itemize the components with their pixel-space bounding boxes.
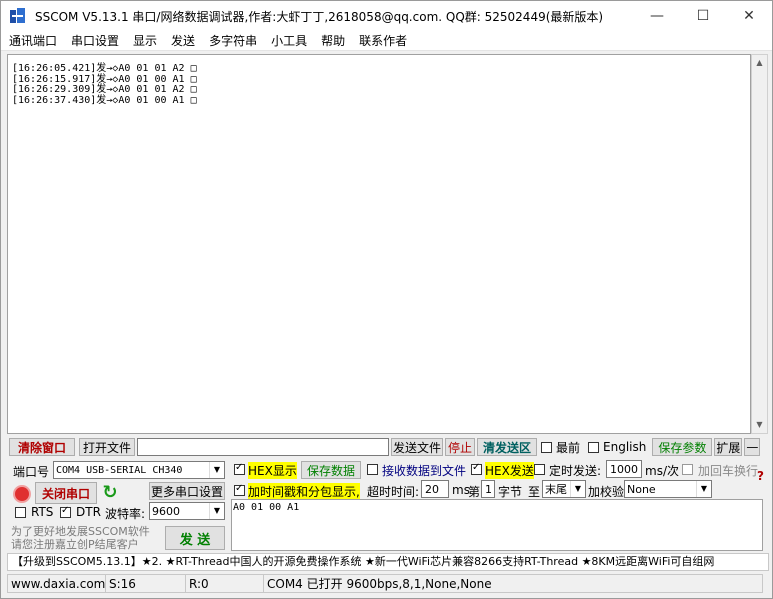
output-line: [16:26:29.309]发→◇A0 01 01 A2 □	[12, 84, 197, 95]
byte-label: 字节	[498, 485, 523, 499]
menu-contact[interactable]: 联系作者	[353, 32, 413, 49]
promo-banner[interactable]: 【升级到SSCOM5.13.1】★2. ★RT-Thread中国人的开源免费操作…	[7, 553, 769, 571]
register-hint: 为了更好地发展SSCOM软件 请您注册嘉立创P结尾客户	[11, 525, 150, 551]
chevron-down-icon: ▼	[570, 481, 585, 497]
minimize-button[interactable]: —	[634, 1, 680, 31]
maximize-button[interactable]: ☐	[680, 1, 726, 31]
menu-bar: 通讯端口 串口设置 显示 发送 多字符串 小工具 帮助 联系作者	[1, 31, 772, 51]
hex-send-label: HEX发送	[485, 462, 534, 479]
clear-window-button[interactable]: 清除窗口	[9, 438, 75, 456]
topmost-checkbox[interactable]	[541, 441, 552, 453]
output-line: [16:26:37.430]发→◇A0 01 00 A1 □	[12, 94, 197, 106]
to-select[interactable]: 末尾 ▼	[542, 480, 586, 498]
checksum-select-value: None	[627, 482, 656, 496]
chevron-down-icon: ▼	[209, 503, 224, 519]
to-select-value: 末尾	[545, 483, 567, 496]
status-site[interactable]: www.daxia.com	[7, 574, 105, 593]
expand-button[interactable]: 扩展	[714, 438, 743, 456]
interval-input[interactable]: 1000	[606, 460, 642, 478]
title-bar: SSCOM V5.13.1 串口/网络数据调试器,作者:大虾丁丁,2618058…	[1, 1, 772, 31]
menu-multi-string[interactable]: 多字符串	[203, 32, 263, 49]
send-button[interactable]: 发 送	[165, 526, 225, 550]
recv-to-file-label: 接收数据到文件	[382, 464, 467, 478]
baud-select[interactable]: 9600 ▼	[149, 502, 225, 520]
status-port: COM4 已打开 9600bps,8,1,None,None	[263, 574, 763, 593]
english-checkbox[interactable]	[588, 441, 600, 453]
status-bar: www.daxia.com S:16 R:0 COM4 已打开 9600bps,…	[1, 573, 772, 594]
receive-output[interactable]: [16:26:05.421]发→◇A0 01 01 A2 □ [16:26:15.…	[7, 54, 751, 434]
close-button[interactable]: ✕	[726, 1, 772, 31]
menu-comm-port[interactable]: 通讯端口	[3, 32, 63, 49]
app-logo-icon	[9, 7, 27, 25]
chevron-down-icon: ▼	[209, 462, 224, 478]
chevron-down-icon: ▼	[696, 481, 711, 497]
stop-button[interactable]: 停止	[445, 438, 475, 456]
hex-display-label: HEX显示	[248, 462, 297, 479]
timed-send-label: 定时发送:	[549, 464, 602, 478]
clear-send-button[interactable]: 清发送区	[477, 438, 537, 456]
add-crlf-checkbox[interactable]	[682, 464, 693, 475]
save-params-button[interactable]: 保存参数	[652, 438, 713, 456]
timestamp-label: 加时间戳和分包显示,	[248, 483, 360, 500]
menu-help[interactable]: 帮助	[315, 32, 351, 49]
recv-to-file-checkbox[interactable]	[367, 464, 378, 475]
menu-serial-settings[interactable]: 串口设置	[65, 32, 125, 49]
rts-label: RTS	[31, 505, 54, 519]
window-title: SSCOM V5.13.1 串口/网络数据调试器,作者:大虾丁丁,2618058…	[35, 9, 604, 24]
menu-tools[interactable]: 小工具	[265, 32, 313, 49]
status-recv: R:0	[185, 574, 263, 593]
timestamp-checkbox[interactable]	[234, 483, 245, 496]
scroll-up-icon[interactable]: ▲	[752, 55, 767, 71]
app-window: SSCOM V5.13.1 串口/网络数据调试器,作者:大虾丁丁,2618058…	[0, 0, 773, 599]
topmost-label: 最前	[556, 440, 581, 455]
hex-send-checkbox[interactable]	[471, 462, 482, 475]
baud-label: 波特率:	[105, 507, 146, 521]
english-label: English	[603, 440, 647, 454]
port-select-value: COM4 USB-SERIAL CH340	[56, 464, 183, 476]
menu-display[interactable]: 显示	[127, 32, 163, 49]
output-scrollbar[interactable]: ▲ ▼	[751, 54, 768, 434]
open-file-button[interactable]: 打开文件	[79, 438, 135, 456]
output-line: [16:26:05.421]发→◇A0 01 01 A2 □	[12, 63, 197, 74]
timeout-label: 超时时间:	[367, 485, 420, 499]
add-crlf-label: 加回车换行	[698, 464, 759, 478]
port-status-icon	[13, 485, 31, 503]
to-label: 至	[528, 485, 541, 499]
file-path-input[interactable]	[137, 438, 389, 456]
rts-checkbox[interactable]	[15, 507, 26, 518]
file-toolbar: 清除窗口 打开文件 发送文件 停止 清发送区 最前 English 保存参数 扩…	[9, 438, 766, 456]
port-select[interactable]: COM4 USB-SERIAL CH340 ▼	[53, 461, 225, 479]
save-data-button[interactable]: 保存数据	[301, 461, 361, 479]
dtr-label: DTR	[76, 505, 101, 519]
hex-display-checkbox[interactable]	[234, 462, 245, 475]
scroll-down-icon[interactable]: ▼	[752, 417, 767, 433]
checksum-label: 加校验	[588, 485, 625, 499]
checksum-select[interactable]: None ▼	[624, 480, 712, 498]
close-port-button[interactable]: 关闭串口	[35, 482, 97, 504]
more-settings-button[interactable]: 更多串口设置	[149, 482, 225, 500]
nth-input[interactable]: 1	[481, 480, 495, 498]
nth-label: 第	[468, 485, 481, 499]
collapse-button[interactable]: —	[744, 438, 761, 456]
baud-select-value: 9600	[152, 504, 180, 518]
status-sent: S:16	[105, 574, 185, 593]
timed-send-checkbox[interactable]	[534, 464, 545, 475]
interval-unit: ms/次	[645, 464, 679, 478]
timeout-input[interactable]: 20	[421, 480, 449, 498]
send-input[interactable]: A0 01 00 A1	[231, 499, 763, 551]
refresh-icon[interactable]: ↻	[100, 482, 120, 504]
send-file-button[interactable]: 发送文件	[391, 438, 443, 456]
menu-send[interactable]: 发送	[165, 32, 201, 49]
port-label: 端口号	[13, 465, 50, 479]
dtr-checkbox[interactable]	[60, 505, 71, 518]
help-icon[interactable]: ?	[757, 469, 764, 483]
